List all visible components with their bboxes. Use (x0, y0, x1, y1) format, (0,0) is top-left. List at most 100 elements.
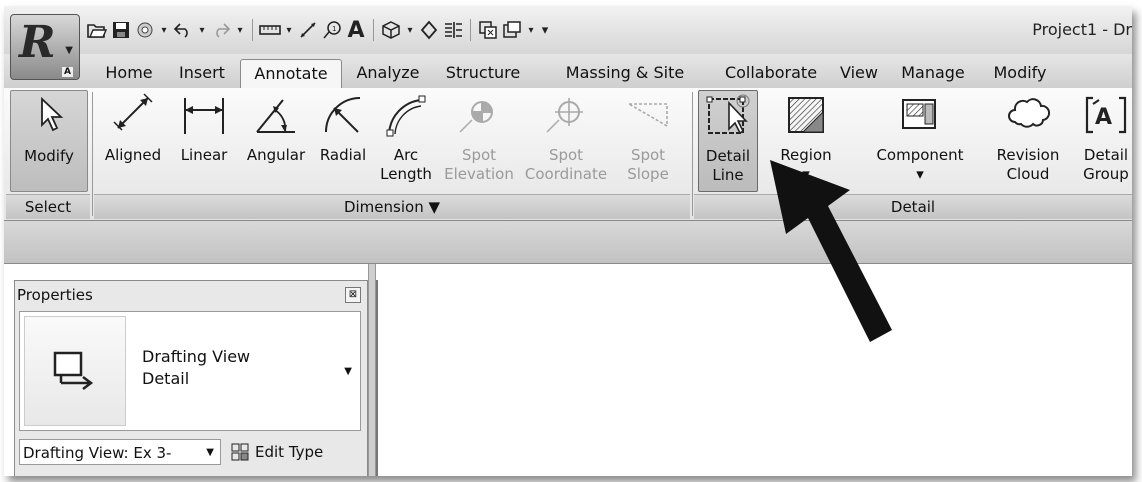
linear-label: Linear (180, 146, 228, 164)
tab-structure[interactable]: Structure (434, 59, 532, 87)
spot-coordinate-icon (546, 98, 583, 133)
tab-insert[interactable]: Insert (172, 59, 232, 87)
detail-group-icon: A (1085, 96, 1127, 134)
text-icon[interactable]: A (345, 18, 367, 43)
undo-dropdown-icon[interactable]: ▾ (196, 18, 208, 42)
panel-separator (92, 92, 93, 216)
tab-home[interactable]: Home (96, 59, 162, 87)
panel-label-select[interactable]: Select (6, 194, 90, 219)
type-selector[interactable]: Drafting View Detail ▼ (19, 311, 361, 431)
tab-modify[interactable]: Modify (980, 59, 1060, 87)
window-title: Project1 - Dr (1032, 20, 1132, 39)
chevron-down-icon: ▼ (206, 447, 214, 458)
spot-slope-label: Spot (630, 146, 666, 164)
drawing-area[interactable] (376, 280, 1132, 476)
component-icon (902, 99, 936, 129)
tab-massing-site[interactable]: Massing & Site (540, 59, 710, 87)
spot-elevation-icon (459, 101, 493, 133)
panel-separator (692, 92, 693, 216)
chevron-down-icon[interactable]: ▼ (344, 366, 352, 377)
spot-coordinate-label: Spot (548, 146, 584, 164)
spot-slope-button: Spot Slope (618, 90, 678, 190)
application-menu-button[interactable]: R ▼ A (10, 14, 80, 80)
edit-type-icon (231, 443, 249, 461)
region-icon (788, 97, 824, 133)
arc-label: Arc (393, 146, 419, 164)
thin-lines-icon[interactable] (442, 18, 464, 42)
radial-label: Radial (319, 146, 367, 164)
edit-type-button[interactable]: Edit Type (231, 439, 323, 465)
drafting-view-icon (53, 351, 94, 390)
svg-text:A: A (1095, 105, 1112, 130)
tab-collaborate[interactable]: Collaborate (716, 59, 826, 87)
chevron-down-icon: ▼ (65, 45, 73, 56)
redo-icon[interactable] (210, 18, 232, 42)
linear-dimension-icon (184, 98, 224, 134)
linear-dimension-button[interactable]: Linear (172, 90, 236, 190)
aligned-dim-icon[interactable] (297, 18, 319, 42)
properties-title: Properties (17, 286, 93, 304)
tag-icon[interactable]: 1 (321, 18, 343, 42)
radial-dimension-icon (325, 97, 361, 133)
modify-button[interactable]: Modify (10, 90, 88, 192)
instance-filter-dropdown[interactable]: Drafting View: Ex 3- ▼ (19, 439, 221, 465)
edit-type-label: Edit Type (255, 443, 324, 461)
aligned-dimension-icon (113, 93, 153, 131)
arc-length-dimension-button[interactable]: Arc Length (374, 90, 438, 190)
revision-cloud-label: Cloud (1006, 165, 1050, 183)
tab-view[interactable]: View (834, 59, 884, 87)
redo-dropdown-icon[interactable]: ▾ (234, 18, 246, 42)
spot-elevation-label: Spot (461, 146, 497, 164)
toolbar-separator (373, 19, 374, 41)
sync-dropdown-icon[interactable]: ▾ (158, 18, 170, 42)
customize-toolbar-icon[interactable]: ▾ (539, 18, 551, 42)
radial-dimension-button[interactable]: Radial (314, 90, 372, 190)
revision-label: Revision (996, 146, 1060, 164)
revit-logo-icon: R (19, 17, 56, 68)
type-name-line2: Detail (142, 369, 190, 388)
toolbar-separator (252, 19, 253, 41)
type-name-line1: Drafting View (142, 347, 251, 366)
quick-access-icons: ▾ ▾ ▾ ▾ 1 A ▾ ▾ ▾ (86, 16, 551, 44)
ribbon-tabs: Home Insert Annotate Analyze Structure M… (4, 54, 1132, 89)
panel-label-dimension[interactable]: Dimension ▼ (94, 194, 690, 219)
angular-dimension-icon (256, 99, 295, 133)
detail-group-label: Detail (1083, 146, 1129, 164)
palette-splitter[interactable] (368, 264, 376, 476)
switch-windows-icon[interactable] (501, 18, 523, 42)
keytip-badge: A (62, 67, 73, 77)
svg-text:1: 1 (332, 25, 336, 33)
tab-annotate[interactable]: Annotate (240, 59, 342, 88)
close-icon[interactable]: ⊠ (345, 287, 361, 303)
detail-line-button[interactable]: Detail Line (698, 90, 758, 192)
section-icon[interactable] (418, 18, 440, 42)
angular-label: Angular (246, 146, 306, 164)
aligned-label: Aligned (104, 146, 162, 164)
tab-analyze[interactable]: Analyze (348, 59, 428, 87)
3d-view-icon[interactable] (380, 18, 402, 42)
revision-cloud-button[interactable]: Revision Cloud (988, 90, 1068, 190)
measure-dropdown-icon[interactable]: ▾ (283, 18, 295, 42)
detail-group-button[interactable]: A Detail Group (1074, 90, 1132, 190)
detail-line-label: Detail (705, 147, 751, 165)
undo-icon[interactable] (172, 18, 194, 42)
save-icon[interactable] (110, 18, 132, 42)
switch-windows-dropdown-icon[interactable]: ▾ (525, 18, 537, 42)
aligned-dimension-button[interactable]: Aligned (96, 90, 170, 190)
properties-palette: Properties ⊠ Drafting View Detail ▼ Draft… (14, 280, 368, 476)
instance-row: Drafting View: Ex 3- ▼ Edit Type (19, 439, 363, 469)
sync-icon[interactable] (134, 18, 156, 42)
arc-length-icon (386, 95, 426, 137)
cursor-arrow-icon (41, 96, 64, 132)
detail-line-icon (706, 94, 750, 135)
toolbar-separator (470, 19, 471, 41)
3d-view-dropdown-icon[interactable]: ▾ (404, 18, 416, 42)
close-hidden-icon[interactable] (477, 18, 499, 42)
callout-arrow-icon (770, 160, 892, 342)
angular-dimension-button[interactable]: Angular (238, 90, 314, 190)
tab-manage[interactable]: Manage (892, 59, 974, 87)
measure-icon[interactable] (259, 18, 281, 42)
spot-slope-icon (626, 103, 668, 128)
ribbon-panel-area: Modify Select Aligned Linear Angular Rad… (4, 88, 1132, 221)
open-icon[interactable] (86, 18, 108, 42)
